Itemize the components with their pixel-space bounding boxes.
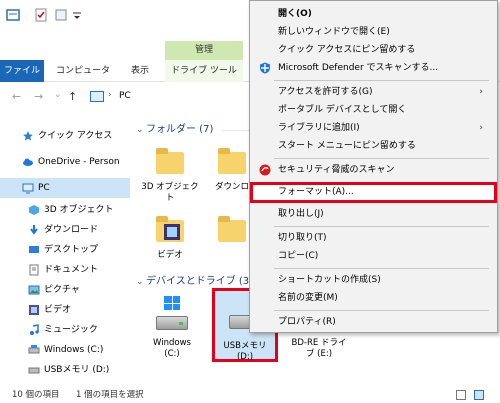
menu-copy[interactable]: コピー(C) bbox=[250, 247, 497, 265]
menu-open-new-window[interactable]: 新しいウィンドウで開く(E) bbox=[250, 23, 497, 41]
folder-icon bbox=[218, 216, 246, 242]
menu-pin-quick-access[interactable]: クイック アクセスにピン留めする bbox=[250, 41, 497, 59]
menu-give-access[interactable]: アクセスを許可する(G) › bbox=[250, 83, 497, 101]
nav-item-downloads[interactable]: ダウンロード bbox=[0, 220, 130, 240]
trend-micro-icon bbox=[259, 164, 271, 176]
windows-logo-icon bbox=[164, 296, 180, 310]
drive-windows-c[interactable]: Windows (C:) bbox=[142, 296, 202, 360]
menu-security-scan[interactable]: セキュリティ脅威のスキャン bbox=[250, 161, 497, 179]
tab-drive-tools[interactable]: ドライブ ツール bbox=[165, 60, 243, 82]
menu-format[interactable]: フォーマット(A)... bbox=[250, 182, 497, 203]
navigation-pane: クイック アクセス OneDrive - Person PC 3D オブジェクト… bbox=[0, 112, 130, 387]
status-bar: 10 個の項目 1 個の項目を選択 bbox=[0, 387, 500, 403]
context-menu: 開く(O) 新しいウィンドウで開く(E) クイック アクセスにピン留めする Mi… bbox=[249, 0, 498, 333]
picture-icon bbox=[28, 285, 40, 295]
nav-item-windows-c[interactable]: Windows (C:) bbox=[0, 340, 130, 360]
menu-open[interactable]: 開く(O) bbox=[250, 5, 497, 23]
film-icon bbox=[29, 305, 39, 315]
forward-icon[interactable]: → bbox=[34, 90, 43, 103]
nav-item-desktop[interactable]: デスクトップ bbox=[0, 240, 130, 260]
menu-pin-start[interactable]: スタート メニューにピン留めする bbox=[250, 137, 497, 155]
defender-shield-icon bbox=[260, 62, 270, 74]
star-icon bbox=[23, 131, 33, 141]
up-icon[interactable]: ↑ bbox=[68, 90, 77, 103]
film-icon bbox=[164, 224, 180, 240]
folder-downloads[interactable]: ダウンロ bbox=[212, 148, 252, 193]
nav-item-music[interactable]: ミュージック bbox=[0, 320, 130, 340]
folder-icon bbox=[156, 148, 184, 174]
folder-videos[interactable]: ビデオ bbox=[140, 216, 200, 261]
menu-rename[interactable]: 名前の変更(M) bbox=[250, 289, 497, 307]
tab-computer[interactable]: コンピューター bbox=[52, 60, 114, 98]
large-icons-view-icon[interactable] bbox=[474, 390, 484, 400]
status-item-count: 10 個の項目 bbox=[12, 390, 60, 400]
breadcrumb-pc[interactable]: PC bbox=[119, 91, 131, 101]
desktop-icon bbox=[29, 246, 39, 253]
folder-3d-objects[interactable]: 3D オブジェク ト bbox=[140, 148, 200, 204]
menu-separator bbox=[274, 158, 489, 159]
breadcrumb-separator[interactable]: › bbox=[108, 90, 112, 100]
menu-separator bbox=[274, 226, 489, 227]
music-note-icon bbox=[30, 324, 39, 335]
nav-item-quick-access[interactable]: クイック アクセス bbox=[0, 126, 130, 146]
folders-group-header[interactable]: ⌄ フォルダー (7) bbox=[136, 120, 213, 140]
menu-separator bbox=[274, 80, 489, 81]
menu-create-shortcut[interactable]: ショートカットの作成(S) bbox=[250, 271, 497, 289]
checkmark-icon[interactable] bbox=[34, 8, 48, 22]
customize-toolbar-icon[interactable] bbox=[70, 8, 84, 22]
submenu-arrow-icon: › bbox=[479, 123, 483, 133]
properties-icon[interactable] bbox=[6, 8, 20, 22]
cube-icon bbox=[29, 205, 39, 215]
status-selected-count: 1 個の項目を選択 bbox=[76, 390, 144, 400]
menu-separator bbox=[274, 268, 489, 269]
back-icon[interactable]: ← bbox=[12, 90, 21, 103]
nav-item-3d-objects[interactable]: 3D オブジェクト bbox=[0, 200, 130, 220]
menu-separator bbox=[274, 310, 489, 311]
new-folder-icon[interactable] bbox=[54, 8, 68, 22]
recent-dropdown-icon[interactable]: ⌄ bbox=[54, 90, 62, 100]
manage-tab[interactable]: 管理 bbox=[165, 41, 243, 60]
document-icon bbox=[29, 264, 39, 276]
nav-item-documents[interactable]: ドキュメント bbox=[0, 260, 130, 280]
nav-item-pictures[interactable]: ピクチャ bbox=[0, 280, 130, 300]
menu-eject[interactable]: 取り出し(J) bbox=[250, 205, 497, 223]
nav-item-videos[interactable]: ビデオ bbox=[0, 300, 130, 320]
nav-item-pc[interactable]: PC bbox=[0, 178, 130, 198]
menu-defender-scan[interactable]: Microsoft Defender でスキャンする... bbox=[250, 59, 497, 77]
download-arrow-icon bbox=[30, 225, 38, 235]
details-view-icon[interactable] bbox=[456, 390, 466, 400]
drive-icon bbox=[28, 345, 40, 354]
folder-misc[interactable] bbox=[212, 216, 252, 250]
chevron-down-icon: ⌄ bbox=[136, 125, 144, 135]
tab-file[interactable]: ファイル bbox=[0, 60, 44, 82]
menu-cut[interactable]: 切り取り(T) bbox=[250, 229, 497, 247]
tab-view[interactable]: 表示 bbox=[124, 60, 156, 82]
drive-icon bbox=[156, 316, 188, 330]
menu-include-library[interactable]: ライブラリに追加(I) › bbox=[250, 119, 497, 137]
menu-open-portable-device[interactable]: ポータブル デバイスとして開く bbox=[250, 101, 497, 119]
menu-properties[interactable]: プロパティ(R) bbox=[250, 313, 497, 331]
submenu-arrow-icon: › bbox=[479, 87, 483, 97]
usb-drive-icon bbox=[28, 367, 40, 374]
cloud-icon bbox=[23, 158, 33, 166]
pc-icon bbox=[90, 91, 104, 102]
folder-icon bbox=[218, 148, 246, 174]
nav-item-onedrive[interactable]: OneDrive - Person bbox=[0, 152, 130, 172]
chevron-down-icon: ⌄ bbox=[136, 277, 144, 287]
pc-icon bbox=[22, 183, 34, 194]
nav-item-usb-d[interactable]: USBメモリ (D:) bbox=[0, 360, 130, 380]
